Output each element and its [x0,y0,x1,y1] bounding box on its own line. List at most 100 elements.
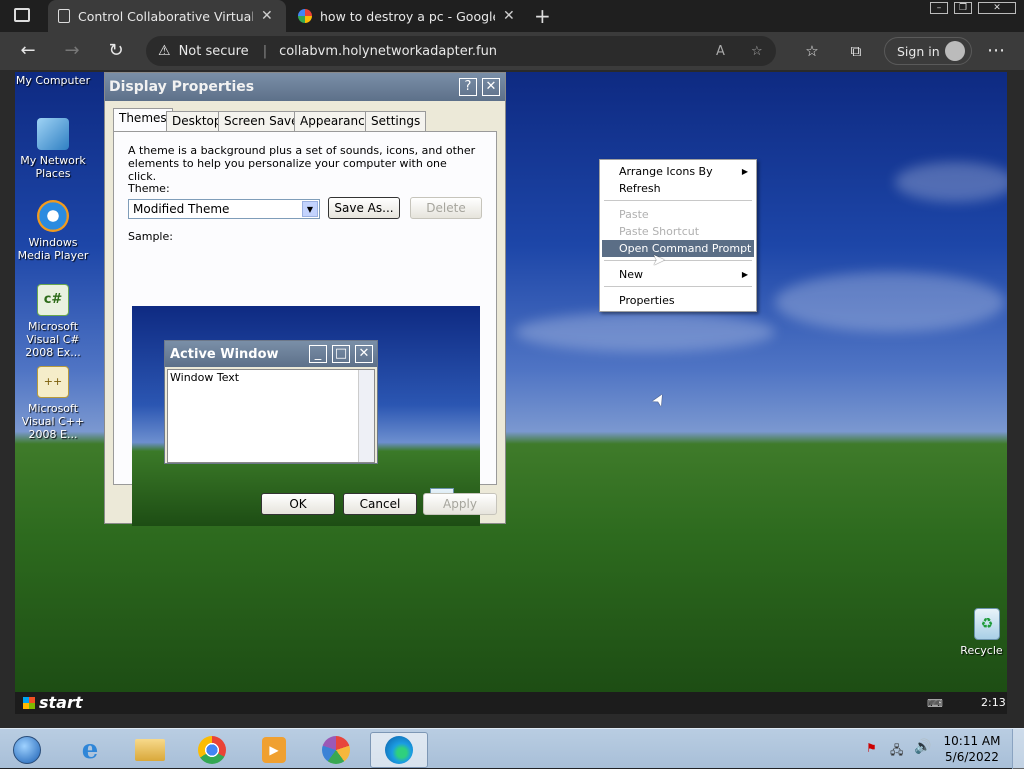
sign-in-label: Sign in [897,43,940,59]
button-label: Cancel [359,497,401,511]
tray-flag-icon[interactable]: ⚑ [866,741,877,755]
tab-label: Themes [119,111,167,125]
ok-button[interactable]: OK [261,493,335,515]
menu-separator [604,260,752,261]
windows-orb-icon [13,736,41,764]
taskbar-chrome[interactable] [186,732,238,768]
menu-item-arrange-icons[interactable]: Arrange Icons By ▶ [602,163,754,180]
display-properties-dialog: Display Properties ? ✕ Themes Desktop Sc… [104,72,506,526]
desktop-icon-media-player[interactable]: Windows Media Player [15,200,93,262]
cloud [515,312,775,352]
warning-icon: ⚠ [158,43,171,59]
tab-title: Control Collaborative Virtual Ma [78,8,253,24]
delete-button[interactable]: Delete [410,197,482,219]
dialog-title-bar[interactable]: Display Properties [105,73,505,101]
page-icon [58,9,70,23]
desktop-icon-my-computer[interactable]: My Computer [15,74,93,87]
icon-label: Microsoft Visual C++ 2008 E... [21,402,85,441]
new-tab-button[interactable]: + [534,4,551,28]
start-orb-button[interactable] [2,732,52,768]
minimize-icon[interactable]: – [930,2,948,14]
media-player-icon [37,200,69,232]
mouse-cursor-icon: ➤ [647,388,671,411]
refresh-icon[interactable]: ↻ [104,40,128,62]
tab-collabvm[interactable]: Control Collaborative Virtual Ma ✕ [48,0,286,32]
media-player-icon: ▶ [262,737,286,763]
menu-item-properties[interactable]: Properties [602,292,754,309]
taskbar-photos[interactable] [310,732,362,768]
tab-themes[interactable]: Themes [113,108,173,132]
pinwheel-icon [322,736,350,764]
read-aloud-icon[interactable]: A [716,44,725,59]
desktop-icon-recycle-bin[interactable]: ♻ Recycle B [947,608,1007,657]
collections-icon[interactable]: ⧉ [844,40,868,62]
taskbar-ie[interactable]: e [64,732,116,768]
visual-cpp-icon: ++ [37,366,69,398]
close-dialog-icon[interactable]: ✕ [482,78,500,96]
icon-label: My Computer [15,74,91,87]
close-window-icon[interactable]: ✕ [978,2,1016,14]
restore-icon[interactable]: ❐ [954,2,972,14]
forward-arrow-icon[interactable]: → [60,40,84,62]
theme-description: A theme is a background plus a set of so… [128,144,476,183]
menu-item-new[interactable]: New ▶ [602,266,754,283]
icon-label: My Network Places [20,154,86,180]
close-tab-icon[interactable]: ✕ [261,8,273,24]
tray-network-icon[interactable]: 🖧 [890,741,903,762]
sample-label: Sample: [128,230,173,243]
add-favorite-icon[interactable]: ☆ [751,44,763,59]
tab-label: Screen Saver [224,114,304,128]
chevron-down-icon[interactable]: ▼ [302,201,318,217]
tray-keyboard-icon[interactable]: ⌨ [927,697,943,710]
mouse-cursor-icon: ➤ [652,250,666,269]
taskbar-media[interactable]: ▶ [248,732,300,768]
menu-item-refresh[interactable]: Refresh [602,180,754,197]
theme-select[interactable]: Modified Theme ▼ [128,199,320,219]
desktop-icon-visual-csharp[interactable]: c# Microsoft Visual C# 2008 Ex... [15,284,93,359]
sample-window-body: Window Text [167,369,375,463]
desktop-icon-network-places[interactable]: My Network Places [15,118,93,180]
save-as-button[interactable]: Save As... [328,197,400,219]
icon-label: Recycle B [960,644,1007,657]
taskbar-explorer[interactable] [124,732,176,768]
tray-volume-icon[interactable]: 🔊 [914,739,931,755]
taskbar-edge[interactable] [370,732,428,768]
cancel-button[interactable]: Cancel [343,493,417,515]
menu-item-label: Paste Shortcut [619,225,700,238]
menu-item-paste-shortcut[interactable]: Paste Shortcut [602,223,754,240]
tab-settings[interactable]: Settings [365,111,427,131]
internet-explorer-icon: e [81,735,99,765]
tab-title: how to destroy a pc - Google Se [320,8,495,24]
more-menu-icon[interactable]: ⋯ [984,40,1008,62]
help-icon[interactable]: ? [459,78,477,96]
desktop-icon-visual-cpp[interactable]: ++ Microsoft Visual C++ 2008 E... [15,366,93,441]
back-arrow-icon[interactable]: ← [16,40,40,62]
desktop-context-menu: Arrange Icons By ▶ Refresh Paste Paste S… [599,159,757,312]
clock-date: 5/6/2022 [945,750,999,764]
sign-in-button[interactable]: Sign in [884,37,972,65]
system-clock[interactable]: 10:11 AM 5/6/2022 [940,733,1004,765]
windows-logo-icon [23,697,35,709]
tab-google-search[interactable]: how to destroy a pc - Google Se ✕ [288,0,526,32]
start-button[interactable]: start [15,692,111,714]
menu-item-label: Open Command Prompt [619,242,752,255]
close-tab-icon[interactable]: ✕ [503,8,515,24]
menu-item-label: Arrange Icons By [619,165,713,178]
menu-item-open-command-prompt[interactable]: Open Command Prompt [602,240,754,257]
button-label: Apply [443,497,477,511]
vm-clock: 2:13 [981,696,1006,709]
menu-item-paste[interactable]: Paste [602,206,754,223]
url-bar[interactable]: ⚠ Not secure | collabvm.holynetworkadapt… [146,36,776,66]
tab-label: Settings [371,114,421,128]
favorites-icon[interactable]: ☆ [800,40,824,62]
apply-button[interactable]: Apply [423,493,497,515]
edge-icon [385,736,413,764]
show-desktop-button[interactable] [1012,729,1024,769]
sample-scrollbar [358,370,374,462]
tab-actions-icon[interactable] [14,8,30,22]
themes-panel: A theme is a background plus a set of so… [113,131,497,526]
submenu-arrow-icon: ▶ [741,270,748,279]
tab-label: Appearance [300,114,373,128]
sample-maximize-icon: □ [332,345,350,363]
menu-item-label: Properties [619,294,675,307]
